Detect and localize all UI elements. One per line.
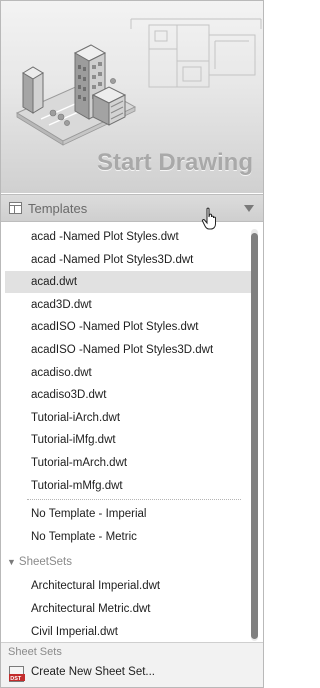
list-separator [27, 499, 241, 501]
template-item[interactable]: acadISO -Named Plot Styles.dwt [5, 316, 251, 338]
start-drawing-panel: Start Drawing Templates acad -Named Plot… [0, 0, 264, 688]
collapse-triangle-icon[interactable]: ▼ [7, 557, 16, 567]
dst-file-icon: DST [9, 666, 25, 682]
template-item[interactable]: Tutorial-iArch.dwt [5, 407, 251, 429]
hand-cursor-icon [201, 207, 216, 230]
sheet-sets-footer: Sheet Sets DST Create New Sheet Set... [1, 642, 263, 687]
svg-text:DST: DST [10, 676, 22, 682]
sheetset-template-item[interactable]: Civil Imperial.dwt [5, 621, 251, 642]
templates-dropdown[interactable]: Templates [1, 194, 263, 222]
create-new-sheet-set-label: Create New Sheet Set... [31, 666, 156, 678]
sheet-sets-label: Sheet Sets [8, 646, 62, 658]
template-item[interactable]: acad3D.dwt [5, 294, 251, 316]
template-item[interactable]: Tutorial-mMfg.dwt [5, 475, 251, 497]
templates-label: Templates [28, 201, 88, 216]
template-item[interactable]: acadISO -Named Plot Styles3D.dwt [5, 339, 251, 361]
no-template-item[interactable]: No Template - Imperial [5, 503, 251, 525]
sheetset-template-item[interactable]: Architectural Imperial.dwt [5, 575, 251, 597]
start-drawing-title: Start Drawing [96, 149, 253, 176]
start-drawing-tile[interactable]: Start Drawing [1, 1, 263, 193]
list-scrollbar[interactable] [251, 229, 258, 641]
template-item[interactable]: Tutorial-iMfg.dwt [5, 429, 251, 451]
scrollbar-thumb[interactable] [251, 233, 258, 639]
template-item[interactable]: Tutorial-mArch.dwt [5, 452, 251, 474]
template-icon [9, 202, 22, 214]
sheetset-template-item[interactable]: Architectural Metric.dwt [5, 598, 251, 620]
sheetsets-group-label: SheetSets [18, 556, 72, 569]
template-item[interactable]: acad.dwt [5, 271, 251, 294]
template-item[interactable]: acadiso.dwt [5, 362, 251, 384]
no-template-item[interactable]: No Template - Metric [5, 526, 251, 548]
sheetsets-group-header[interactable]: ▼ SheetSets [7, 552, 72, 572]
template-item[interactable]: acad -Named Plot Styles3D.dwt [5, 249, 251, 271]
triangle-down-icon[interactable] [244, 205, 254, 213]
templates-list: acad -Named Plot Styles.dwt acad -Named P… [1, 222, 263, 642]
template-item[interactable]: acadiso3D.dwt [5, 384, 251, 406]
